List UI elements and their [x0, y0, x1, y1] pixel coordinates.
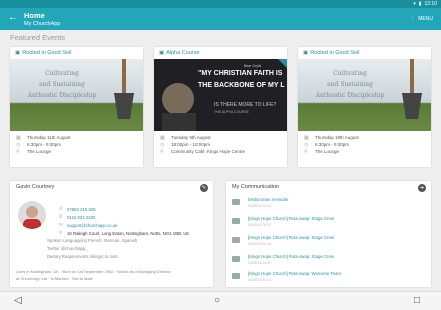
image-line: Cultivating: [45, 70, 79, 77]
location-icon: ⚲: [59, 230, 63, 235]
status-time: 12:10: [424, 1, 437, 7]
calendar-icon: ▦: [304, 134, 309, 141]
event-card[interactable]: ▣ Rooted in Good Soil Cultivating and Su…: [298, 47, 431, 167]
image-line: and Sustaining: [39, 81, 85, 88]
app-bar: ← Home My ChurchApp ⋮ MENU: [0, 8, 441, 30]
clock-icon: ◷: [304, 141, 309, 148]
event-image: Cultivating and Sustaining Authentic Dis…: [10, 59, 143, 131]
envelope-icon: [232, 218, 240, 224]
system-nav-bar: ◁ ○ □: [0, 291, 441, 310]
message-item[interactable]: Media team reminder 05/08/16 10:31: [232, 195, 430, 214]
twitter: Twitter @churchapp_: [47, 246, 88, 251]
calendar-icon: ▦: [16, 134, 21, 141]
message-date: 04/08/16 16:12: [248, 278, 272, 282]
email-icon: ✉: [59, 222, 63, 227]
back-arrow-icon[interactable]: ←: [8, 12, 18, 24]
phone-mobile[interactable]: 07983 215 625: [67, 207, 96, 212]
event-location: The Lounge: [27, 149, 52, 154]
message-date: 05/08/16 09:10: [248, 223, 272, 227]
phone-icon: ✆: [59, 206, 63, 211]
nav-recents-icon[interactable]: □: [414, 295, 420, 306]
event-card[interactable]: ▣ Alpha Course "MY CHRISTIAN FAITH IS TH…: [154, 47, 287, 167]
profile-name: Gavin Courtney: [16, 184, 55, 190]
message-item[interactable]: [Kings Hope Church] Rota swap: Stage Cre…: [232, 233, 430, 252]
profile-panel: Gavin Courtney ✎ ✆ 07983 215 625 ✆ 0115 92…: [10, 181, 213, 287]
page-title: Home: [24, 11, 45, 20]
page-subtitle: My ChurchApp: [24, 21, 61, 27]
featured-events-title: Featured Events: [10, 33, 66, 42]
phone-icon: ✆: [59, 214, 63, 219]
address: 16 Raleigh Court, Long Eaton, Nottingham…: [67, 230, 190, 236]
image-line: THE ALPHA COURSE: [214, 110, 250, 114]
envelope-icon: [232, 199, 240, 205]
event-title: Rooted in Good Soil: [22, 50, 72, 56]
location-icon: ⚲: [304, 148, 308, 155]
arrow-right-icon[interactable]: ➔: [418, 184, 426, 192]
nav-home-icon[interactable]: ○: [214, 295, 220, 306]
clock-icon: ◷: [16, 141, 21, 148]
event-image: Cultivating and Sustaining Authentic Dis…: [298, 59, 431, 131]
calendar-icon: ▦: [160, 134, 165, 141]
menu-label: MENU: [418, 16, 433, 22]
event-location: Community Café, Kings Hope Centre: [171, 149, 246, 154]
image-line: IS THERE MORE TO LIFE?: [214, 102, 276, 108]
event-image: "MY CHRISTIAN FAITH IS THE BACKBONE OF M…: [154, 59, 287, 131]
communication-panel: My Communication ➔ Media team reminder 05…: [226, 181, 431, 287]
communication-title: My Communication: [232, 184, 280, 190]
event-icon: ▣: [15, 50, 21, 56]
wifi-icon: ▾: [413, 1, 416, 7]
message-date: 05/08/16 10:31: [248, 204, 272, 208]
image-line: Authentic Discipleship: [315, 92, 385, 99]
nav-back-icon[interactable]: ◁: [14, 295, 22, 306]
location-icon: ⚲: [16, 148, 20, 155]
event-location: The Lounge: [315, 149, 340, 154]
event-date: Thursday 18th August: [315, 135, 359, 140]
event-time: 6:30pm - 9:30pm: [27, 142, 62, 147]
message-subject: Media team reminder: [248, 197, 289, 202]
summary-line-1: Lives in Nottingham, UK · Born on 1st Se…: [16, 269, 171, 274]
image-line: and Sustaining: [327, 81, 373, 88]
message-item[interactable]: [Kings Hope Church] Rota swap: Welcome T…: [232, 269, 430, 288]
edit-icon[interactable]: ✎: [200, 184, 208, 192]
event-title: Rooted in Good Soil: [310, 50, 360, 56]
image-line: "MY CHRISTIAN FAITH IS: [198, 70, 283, 77]
languages: Spoken Language(s) French, German, Spani…: [47, 238, 138, 243]
event-card[interactable]: ▣ Rooted in Good Soil Cultivating and Su…: [10, 47, 143, 167]
event-date: Tuesday 9th August: [171, 135, 211, 140]
message-subject: [Kings Hope Church] Rota swap: Stage Cre…: [248, 235, 334, 240]
image-line: Cultivating: [333, 70, 367, 77]
dietary: Dietary Requirements Allergic to nuts: [47, 254, 118, 259]
message-date: 04/08/16 16:40: [248, 261, 272, 265]
status-bar: ▾ ▮ 12:10: [0, 0, 441, 8]
avatar: [18, 201, 46, 229]
summary-line-2: at ChurchApp Ltd · Is Married · Sex is M…: [16, 276, 93, 281]
message-subject: [Kings Hope Church] Rota swap: Stage Cre…: [248, 254, 334, 259]
envelope-icon: [232, 237, 240, 243]
event-title: Alpha Course: [166, 50, 200, 56]
clock-icon: ◷: [160, 141, 165, 148]
image-line: Authentic Discipleship: [27, 92, 97, 99]
message-item[interactable]: [Kings Hope Church] Rota swap: Stage Cre…: [232, 214, 430, 233]
event-time: 18:00pm - 10:00pm: [171, 142, 211, 147]
image-line: THE BACKBONE OF MY L: [198, 82, 285, 89]
event-time: 6:30pm - 9:30pm: [315, 142, 350, 147]
more-vert-icon: ⋮: [410, 16, 416, 22]
message-date: 04/08/16 16:45: [248, 242, 272, 246]
event-icon: ▣: [159, 50, 165, 56]
phone-landline[interactable]: 0115 924 2200: [67, 215, 95, 220]
event-date: Thursday 11th August: [27, 135, 71, 140]
message-subject: [Kings Hope Church] Rota swap: Stage Cre…: [248, 216, 334, 221]
envelope-icon: [232, 273, 240, 279]
battery-icon: ▮: [418, 1, 422, 7]
menu-button[interactable]: ⋮ MENU: [410, 16, 433, 22]
message-subject: [Kings Hope Church] Rota swap: Welcome T…: [248, 271, 341, 276]
event-icon: ▣: [303, 50, 309, 56]
image-line: Bear Grylls: [244, 64, 262, 68]
email-link[interactable]: support@churchapp.co.uk: [67, 223, 117, 228]
envelope-icon: [232, 256, 240, 262]
location-icon: ⚲: [160, 148, 164, 155]
